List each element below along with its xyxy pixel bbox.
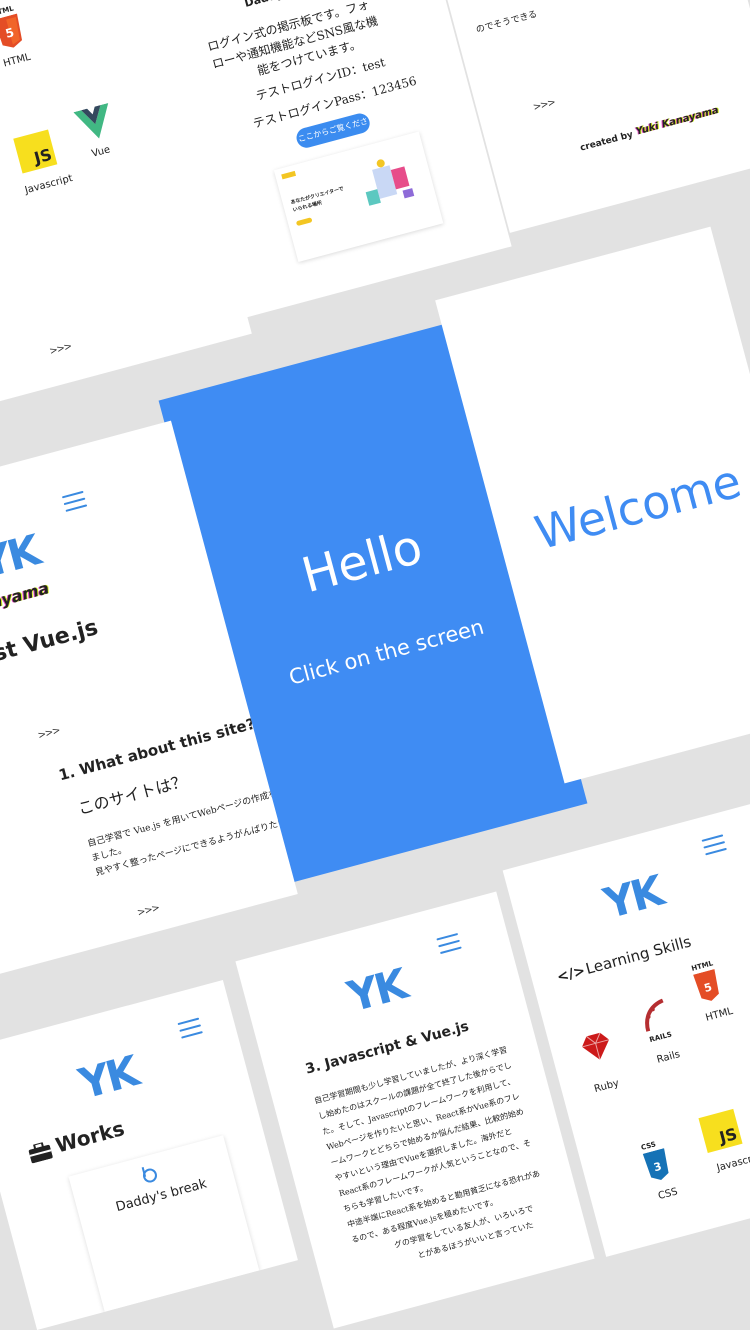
html5-icon: 5 xyxy=(0,13,27,51)
code-icon: </> xyxy=(555,962,588,986)
partial-text: のでそうできる xyxy=(475,9,539,36)
javascript-label: Javascript xyxy=(23,172,74,197)
work-item-logo-icon xyxy=(139,1164,161,1186)
hamburger-menu-icon[interactable] xyxy=(436,932,462,955)
more-link-2[interactable]: >>> xyxy=(136,903,160,919)
html-label: HTML xyxy=(704,1005,735,1024)
hamburger-menu-icon[interactable] xyxy=(61,490,88,512)
work-item-card[interactable]: Daddy's break xyxy=(68,1135,260,1312)
more-link[interactable]: >>> xyxy=(532,97,556,113)
javascript-label: Javascript xyxy=(715,1150,750,1174)
html-label: HTML xyxy=(2,51,32,70)
html5-icon: 5 xyxy=(691,969,724,1005)
rails-label: Rails xyxy=(655,1049,682,1066)
preview-illustration xyxy=(350,149,427,219)
rails-badge-text: RAILS xyxy=(648,1030,673,1045)
yk-logo[interactable]: YK xyxy=(0,526,43,588)
javascript-icon: JS xyxy=(698,1108,743,1154)
works-card: YK Works Daddy's break xyxy=(0,980,298,1330)
work-item-title: Daddy's break xyxy=(114,1176,209,1216)
yk-logo[interactable]: YK xyxy=(599,866,667,928)
rails-icon xyxy=(637,997,674,1034)
author-name: Yuki Kanayama xyxy=(634,104,720,138)
welcome-title: Welcome xyxy=(529,453,747,561)
yk-logo[interactable]: YK xyxy=(74,1047,142,1109)
created-by-label: created by xyxy=(579,129,635,154)
javascript-icon: JS xyxy=(13,129,58,174)
more-link[interactable]: >>> xyxy=(48,341,72,357)
author-name-partial: Kanayama xyxy=(0,578,52,621)
js-badge-text: JS xyxy=(32,144,54,168)
hamburger-menu-icon[interactable] xyxy=(177,1017,203,1039)
css3-icon: 3 xyxy=(641,1148,674,1184)
briefcase-icon xyxy=(27,1141,53,1164)
hello-subtitle: Click on the screen xyxy=(286,614,487,690)
preview-button xyxy=(295,217,313,227)
hamburger-menu-icon[interactable] xyxy=(701,834,727,856)
ruby-icon xyxy=(578,1029,615,1066)
more-link[interactable]: >>> xyxy=(37,725,61,741)
learning-skills-title: Learning Skills xyxy=(583,932,694,978)
site-preview[interactable]: あなたがクリエイターで いられる場所 xyxy=(273,131,444,263)
page-heading-partial: irst Vue.js xyxy=(0,615,101,672)
hello-title: Hello xyxy=(296,518,429,605)
yk-logo[interactable]: YK xyxy=(342,959,410,1021)
preview-logo xyxy=(281,170,297,180)
vue-icon xyxy=(73,102,116,143)
works-title: Works xyxy=(52,1116,127,1158)
ruby-label: Ruby xyxy=(593,1077,621,1095)
js-badge-text: JS xyxy=(717,1124,740,1148)
vue-label: Vue xyxy=(90,144,112,160)
